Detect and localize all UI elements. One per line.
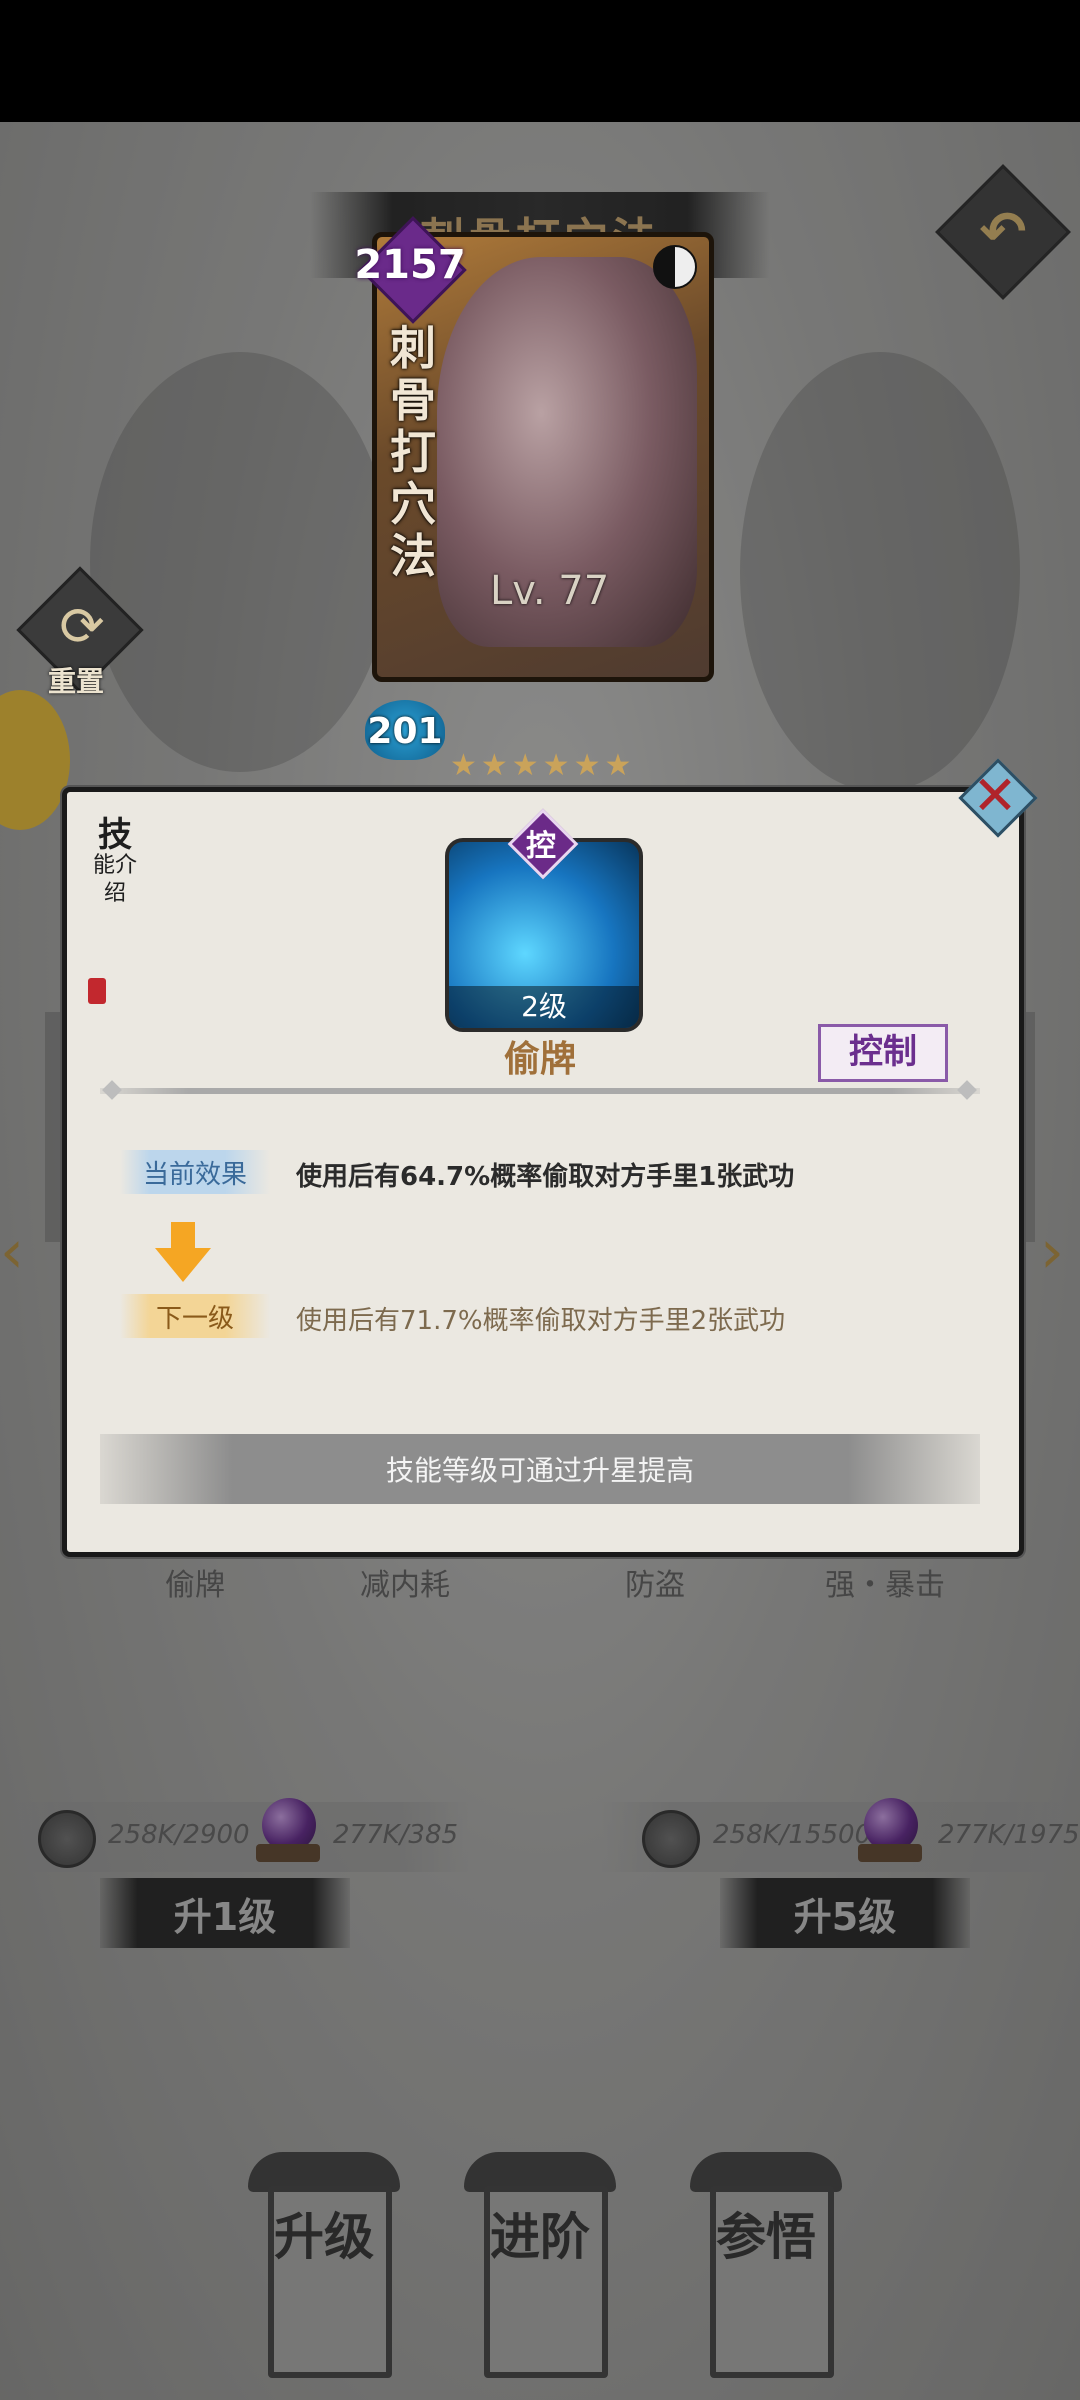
card-mp: 201 bbox=[365, 700, 445, 760]
arrow-stem bbox=[171, 1222, 195, 1250]
hint-bar: 技能等级可通过升星提高 bbox=[100, 1434, 980, 1504]
seal-stamp bbox=[88, 978, 106, 1004]
current-effect-text: 使用后有64.7%概率偷取对方手里1张武功 bbox=[296, 1162, 795, 1192]
reset-label: 重置 bbox=[48, 665, 105, 698]
tag-text: 控 bbox=[526, 829, 556, 864]
modal-side-caption: 技 能介绍 bbox=[90, 818, 140, 908]
side-caption-small: 能介绍 bbox=[92, 853, 137, 906]
current-effect-label: 当前效果 bbox=[120, 1150, 270, 1194]
next-level-text: 使用后有71.7%概率偷取对方手里2张武功 bbox=[296, 1306, 786, 1336]
card-name: 刺骨打穴法 bbox=[390, 321, 436, 583]
skill-type-badge: 控制 bbox=[818, 1024, 948, 1082]
skill-name: 偷牌 bbox=[503, 1039, 576, 1080]
skill-type-tag: 控 bbox=[507, 808, 579, 880]
yinyang-icon bbox=[653, 245, 697, 289]
close-icon: ✕ bbox=[972, 764, 1018, 827]
down-arrow-icon bbox=[155, 1222, 211, 1284]
arrow-head bbox=[155, 1248, 211, 1282]
power-gem: 2157 bbox=[354, 216, 467, 324]
next-level-label: 下一级 bbox=[120, 1294, 270, 1338]
status-bar bbox=[0, 0, 1080, 122]
card-level: Lv. 77 bbox=[490, 568, 610, 614]
side-caption-big: 技 bbox=[98, 815, 132, 855]
skill-level: 2级 bbox=[449, 986, 639, 1028]
refresh-icon: ⟳ bbox=[59, 595, 105, 658]
close-button[interactable]: ✕ bbox=[958, 758, 1038, 838]
card-power: 2157 bbox=[354, 242, 466, 288]
card-stars: ★★★★★★ bbox=[450, 748, 636, 783]
divider bbox=[100, 1088, 980, 1094]
